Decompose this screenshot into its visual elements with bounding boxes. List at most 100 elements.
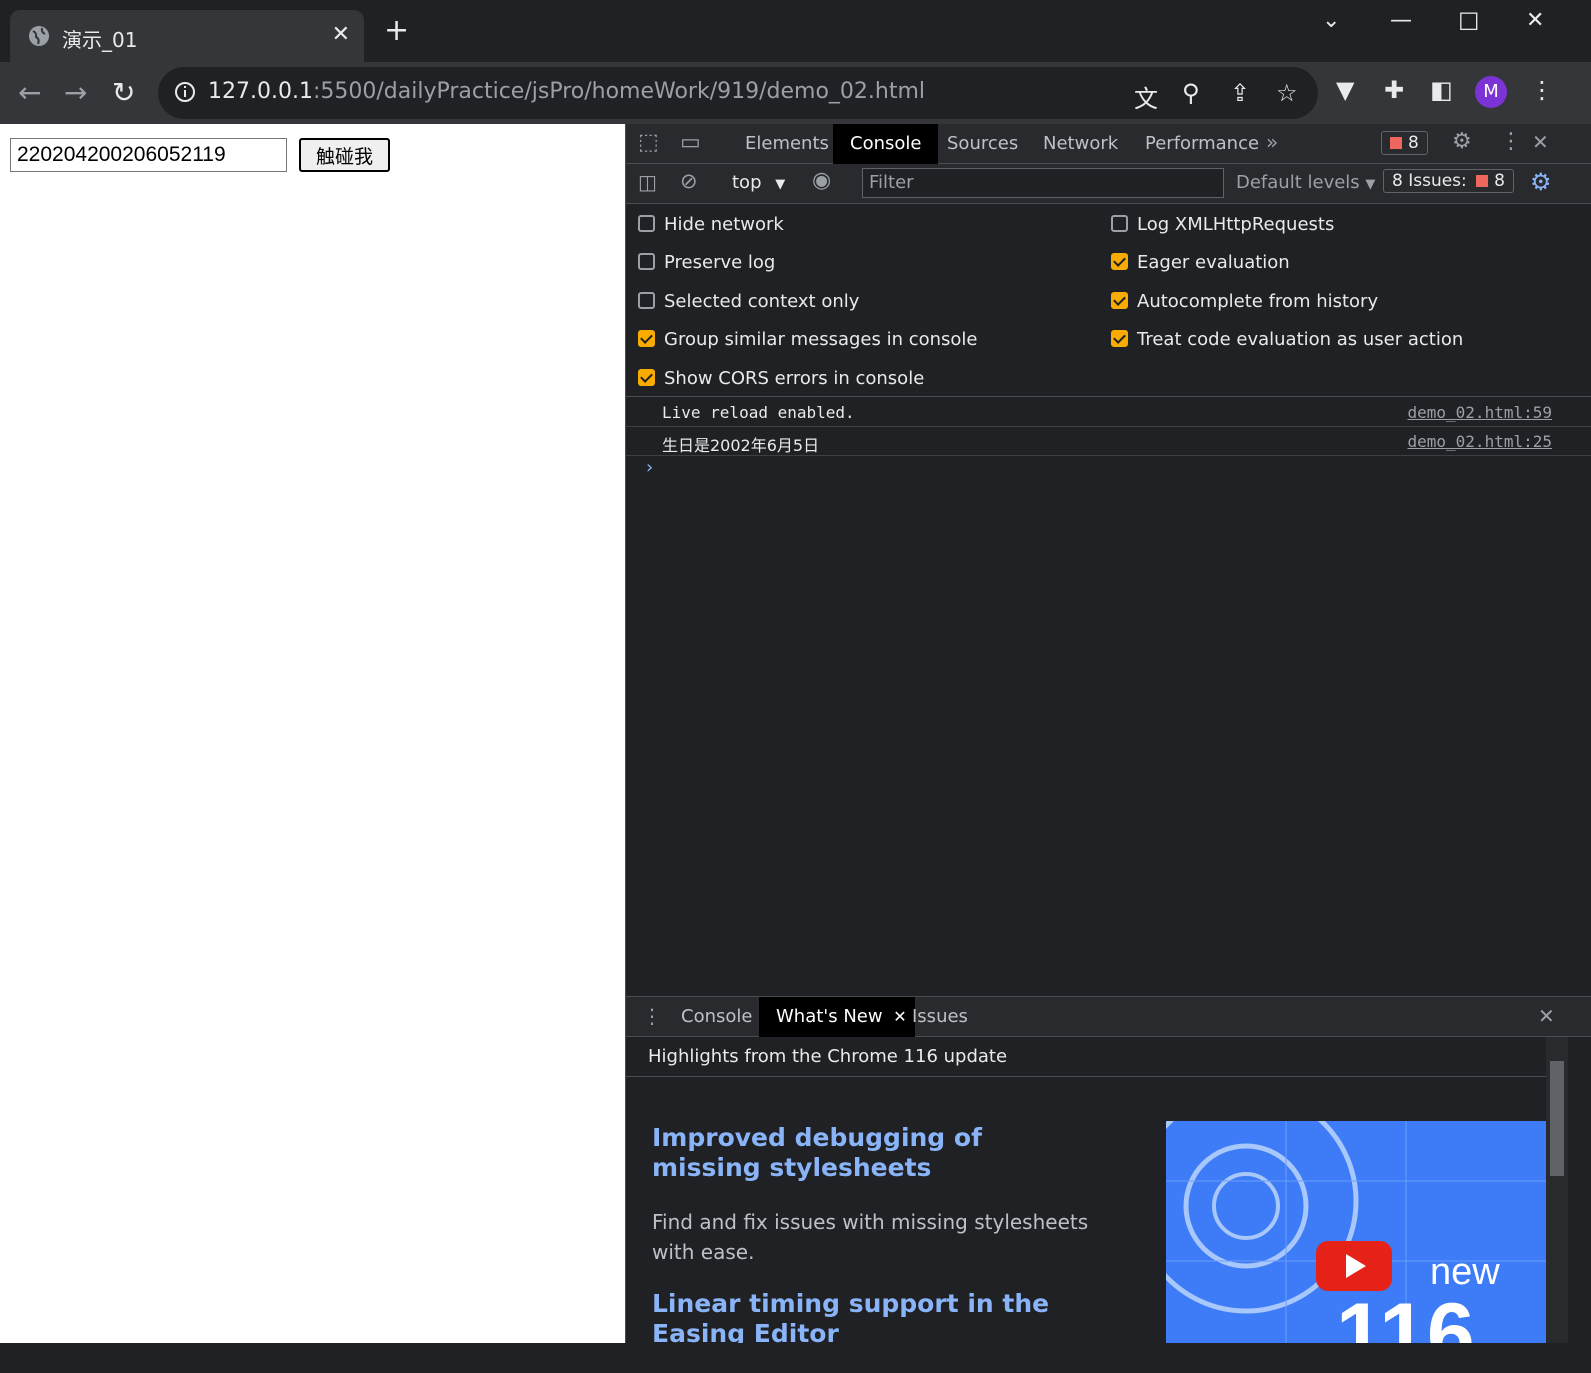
tab-elements[interactable]: Elements xyxy=(728,124,846,164)
levels-caret-icon: ▼ xyxy=(1365,177,1376,192)
drawer-tab-label: What's New xyxy=(776,1006,883,1027)
share-icon[interactable]: ⇪ xyxy=(1230,79,1250,107)
translate-icon[interactable]: ⽂ xyxy=(1134,79,1158,114)
back-icon[interactable]: ← xyxy=(18,76,41,109)
checkbox[interactable] xyxy=(638,330,655,347)
close-devtools-icon[interactable]: ✕ xyxy=(1532,130,1549,154)
checkbox[interactable] xyxy=(1111,330,1128,347)
checkbox[interactable] xyxy=(638,215,655,232)
console-prompt[interactable]: › xyxy=(644,457,655,478)
log-text: Live reload enabled. xyxy=(662,403,855,422)
setting-preserve-log[interactable]: Preserve log xyxy=(638,252,775,273)
context-select[interactable]: top ▼ xyxy=(732,172,785,193)
drawer-tab-console[interactable]: Console xyxy=(664,997,769,1037)
tab-search-icon[interactable]: ⌄ xyxy=(1322,8,1340,33)
profile-avatar[interactable]: M xyxy=(1475,76,1507,108)
devtools-menu-icon[interactable]: ⋮ xyxy=(1500,129,1522,154)
setting-hide-network[interactable]: Hide network xyxy=(638,214,784,235)
side-panel-icon[interactable]: ◧ xyxy=(1430,76,1453,104)
log-source-link[interactable]: demo_02.html:25 xyxy=(1408,432,1553,451)
devtools-tab-bar: ⬚ ▭ Elements Console Sources Network Per… xyxy=(626,124,1591,164)
devtools-panel: ⬚ ▭ Elements Console Sources Network Per… xyxy=(625,124,1591,1348)
console-toolbar: ◫ ⊘ top ▼ ◉ Filter Default levels ▼ 8 Is… xyxy=(626,164,1591,204)
setting-label: Log XMLHttpRequests xyxy=(1137,214,1335,235)
url-host: 127.0.0.1 xyxy=(208,79,313,104)
chrome-116-promo-image[interactable]: new 116 xyxy=(1166,1121,1546,1344)
drawer-tab-whats-new[interactable]: What's New ✕ xyxy=(759,997,915,1037)
more-tabs-icon[interactable]: » xyxy=(1266,130,1278,154)
globe-icon xyxy=(29,26,49,46)
setting-log-xhr[interactable]: Log XMLHttpRequests xyxy=(1111,214,1334,235)
browser-tab[interactable]: 演示_01 ✕ xyxy=(10,10,364,62)
drawer-scrollbar[interactable] xyxy=(1546,1037,1568,1344)
checkbox[interactable] xyxy=(638,292,655,309)
clear-console-icon[interactable]: ⊘ xyxy=(680,169,698,193)
touch-me-button[interactable]: 触碰我 xyxy=(299,138,390,172)
vivaldi-extension-icon[interactable]: ▼ xyxy=(1336,76,1354,104)
forward-icon[interactable]: → xyxy=(64,76,87,109)
log-source-link[interactable]: demo_02.html:59 xyxy=(1408,403,1553,422)
issues-button[interactable]: 8 Issues: 8 xyxy=(1383,169,1514,193)
setting-eager-eval[interactable]: Eager evaluation xyxy=(1111,252,1290,273)
issues-count: 8 xyxy=(1494,171,1505,191)
page-viewport: 触碰我 xyxy=(0,124,625,1343)
tab-network[interactable]: Network xyxy=(1026,124,1135,164)
address-bar[interactable]: 127.0.0.1:5500/dailyPractice/jsPro/homeW… xyxy=(158,67,1318,119)
filter-input[interactable]: Filter xyxy=(862,168,1224,198)
log-levels-label: Default levels xyxy=(1236,172,1360,193)
checkbox[interactable] xyxy=(1111,292,1128,309)
setting-autocomplete[interactable]: Autocomplete from history xyxy=(1111,291,1378,312)
inspect-element-icon[interactable]: ⬚ xyxy=(638,130,659,155)
context-value: top xyxy=(732,172,762,193)
id-number-input[interactable] xyxy=(10,138,287,172)
setting-selected-context[interactable]: Selected context only xyxy=(638,291,859,312)
drawer-tab-bar: ⋮ Console What's New ✕ Issues ✕ xyxy=(626,997,1591,1037)
setting-group-similar[interactable]: Group similar messages in console xyxy=(638,329,978,350)
error-badge[interactable]: 8 xyxy=(1381,131,1428,155)
scrollbar-thumb[interactable] xyxy=(1550,1061,1564,1176)
minimize-icon[interactable]: — xyxy=(1390,8,1412,33)
error-count: 8 xyxy=(1408,133,1419,153)
drawer-menu-icon[interactable]: ⋮ xyxy=(642,1004,662,1028)
setting-label: Group similar messages in console xyxy=(664,329,978,350)
checkbox[interactable] xyxy=(638,253,655,270)
bottom-edge xyxy=(0,1343,1591,1373)
settings-gear-icon[interactable]: ⚙ xyxy=(1452,129,1472,154)
setting-cors-errors[interactable]: Show CORS errors in console xyxy=(638,368,924,389)
setting-label: Hide network xyxy=(664,214,784,235)
console-message: 生日是2002年6月5日 demo_02.html:25 xyxy=(626,427,1591,456)
new-tab-icon[interactable]: + xyxy=(384,16,409,46)
setting-label: Eager evaluation xyxy=(1137,252,1290,273)
log-text: 生日是2002年6月5日 xyxy=(662,436,820,455)
close-tab-icon[interactable]: ✕ xyxy=(332,22,350,47)
sidebar-toggle-icon[interactable]: ◫ xyxy=(638,170,657,194)
checkbox[interactable] xyxy=(1111,253,1128,270)
log-levels-dropdown[interactable]: Default levels ▼ xyxy=(1236,172,1375,193)
tab-console[interactable]: Console xyxy=(833,124,939,164)
checkbox[interactable] xyxy=(638,369,655,386)
bookmark-star-icon[interactable]: ☆ xyxy=(1276,79,1298,107)
title-bar: 演示_01 ✕ + ⌄ — ☐ ✕ xyxy=(0,0,1591,62)
setting-user-action[interactable]: Treat code evaluation as user action xyxy=(1111,329,1463,350)
drawer-tab-issues[interactable]: Issues xyxy=(895,997,985,1037)
console-settings-icon[interactable]: ⚙ xyxy=(1530,168,1552,196)
tab-sources[interactable]: Sources xyxy=(930,124,1035,164)
zoom-icon[interactable]: ⚲ xyxy=(1182,79,1200,107)
maximize-icon[interactable]: ☐ xyxy=(1458,8,1480,36)
tab-performance[interactable]: Performance xyxy=(1128,124,1276,164)
setting-label: Show CORS errors in console xyxy=(664,368,925,389)
extensions-puzzle-icon[interactable]: ✚ xyxy=(1384,76,1404,104)
whats-new-item-title[interactable]: Improved debugging of missing stylesheet… xyxy=(652,1123,1072,1183)
issue-flag-icon xyxy=(1476,175,1489,187)
reload-icon[interactable]: ↻ xyxy=(112,76,135,109)
whats-new-item-title[interactable]: Linear timing support in the Easing Edit… xyxy=(652,1289,1072,1349)
browser-menu-icon[interactable]: ⋮ xyxy=(1530,76,1554,104)
live-expression-eye-icon[interactable]: ◉ xyxy=(812,168,831,193)
checkbox[interactable] xyxy=(1111,215,1128,232)
setting-label: Autocomplete from history xyxy=(1137,291,1379,312)
close-drawer-icon[interactable]: ✕ xyxy=(1538,1004,1555,1028)
info-icon[interactable] xyxy=(174,81,196,103)
close-window-icon[interactable]: ✕ xyxy=(1526,8,1544,33)
console-message: Live reload enabled. demo_02.html:59 xyxy=(626,398,1591,427)
device-toolbar-icon[interactable]: ▭ xyxy=(680,130,701,155)
